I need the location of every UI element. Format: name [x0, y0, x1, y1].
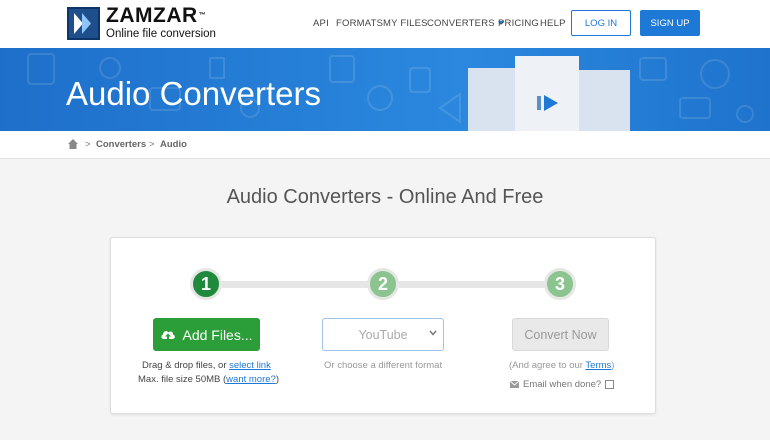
breadcrumb-separator: > [85, 139, 91, 150]
banner-title: Audio Converters [66, 75, 321, 112]
breadcrumb-separator: > [149, 139, 155, 150]
add-files-label: Add Files... [182, 326, 253, 343]
document-back-graphic-right [574, 70, 630, 131]
terms-link[interactable]: Terms [585, 360, 611, 371]
home-icon[interactable] [67, 138, 79, 150]
document-back-graphic [468, 68, 520, 131]
chevron-down-icon [429, 330, 437, 336]
drag-drop-hint: Drag & drop files, or select link [142, 360, 271, 371]
step-1-indicator: 1 [190, 268, 222, 300]
cloud-upload-icon [161, 330, 176, 340]
nav-link-api[interactable]: API [313, 18, 329, 29]
breadcrumb: > Converters > Audio [0, 131, 770, 159]
email-when-done-label: Email when done? [523, 379, 602, 390]
select-link[interactable]: select link [229, 360, 271, 371]
login-button[interactable]: LOG IN [571, 10, 631, 36]
format-hint: Or choose a different format [324, 360, 443, 371]
nav-link-help[interactable]: HELP [540, 18, 566, 29]
add-files-button[interactable]: Add Files... [153, 318, 260, 351]
nav-link-converters[interactable]: CONVERTERS [427, 18, 504, 29]
top-navigation-bar: ZAMZAR™ Online file conversion API FORMA… [0, 0, 770, 48]
nav-link-pricing[interactable]: PRICING [498, 18, 539, 29]
convert-now-button[interactable]: Convert Now [512, 318, 609, 351]
email-when-done-checkbox[interactable] [605, 380, 615, 389]
terms-agreement: (And agree to our Terms) [509, 360, 615, 371]
step-3-indicator: 3 [544, 268, 576, 300]
breadcrumb-converters[interactable]: Converters [96, 139, 146, 150]
step-2-indicator: 2 [367, 268, 399, 300]
max-file-size-hint: Max. file size 50MB (want more?) [138, 374, 279, 385]
envelope-icon [510, 381, 519, 388]
email-when-done-row: Email when done? [510, 379, 615, 390]
progress-track-2-3 [399, 281, 547, 288]
page-title: Audio Converters - Online And Free [226, 186, 544, 208]
breadcrumb-audio[interactable]: Audio [160, 139, 187, 150]
nav-link-my-files[interactable]: MY FILES [383, 18, 428, 29]
progress-track-1-2 [222, 281, 370, 288]
zamzar-logo-icon[interactable] [67, 7, 100, 40]
brand-tagline: Online file conversion [106, 28, 216, 40]
media-play-icon [537, 95, 558, 111]
format-select[interactable]: YouTube [322, 318, 444, 351]
want-more-link[interactable]: want more? [226, 374, 276, 385]
hero-banner: Audio Converters [0, 48, 770, 131]
signup-button[interactable]: SIGN UP [640, 10, 700, 36]
selected-format: YouTube [358, 327, 408, 342]
nav-link-formats[interactable]: FORMATS [336, 18, 383, 29]
brand-name[interactable]: ZAMZAR™ [106, 5, 206, 27]
